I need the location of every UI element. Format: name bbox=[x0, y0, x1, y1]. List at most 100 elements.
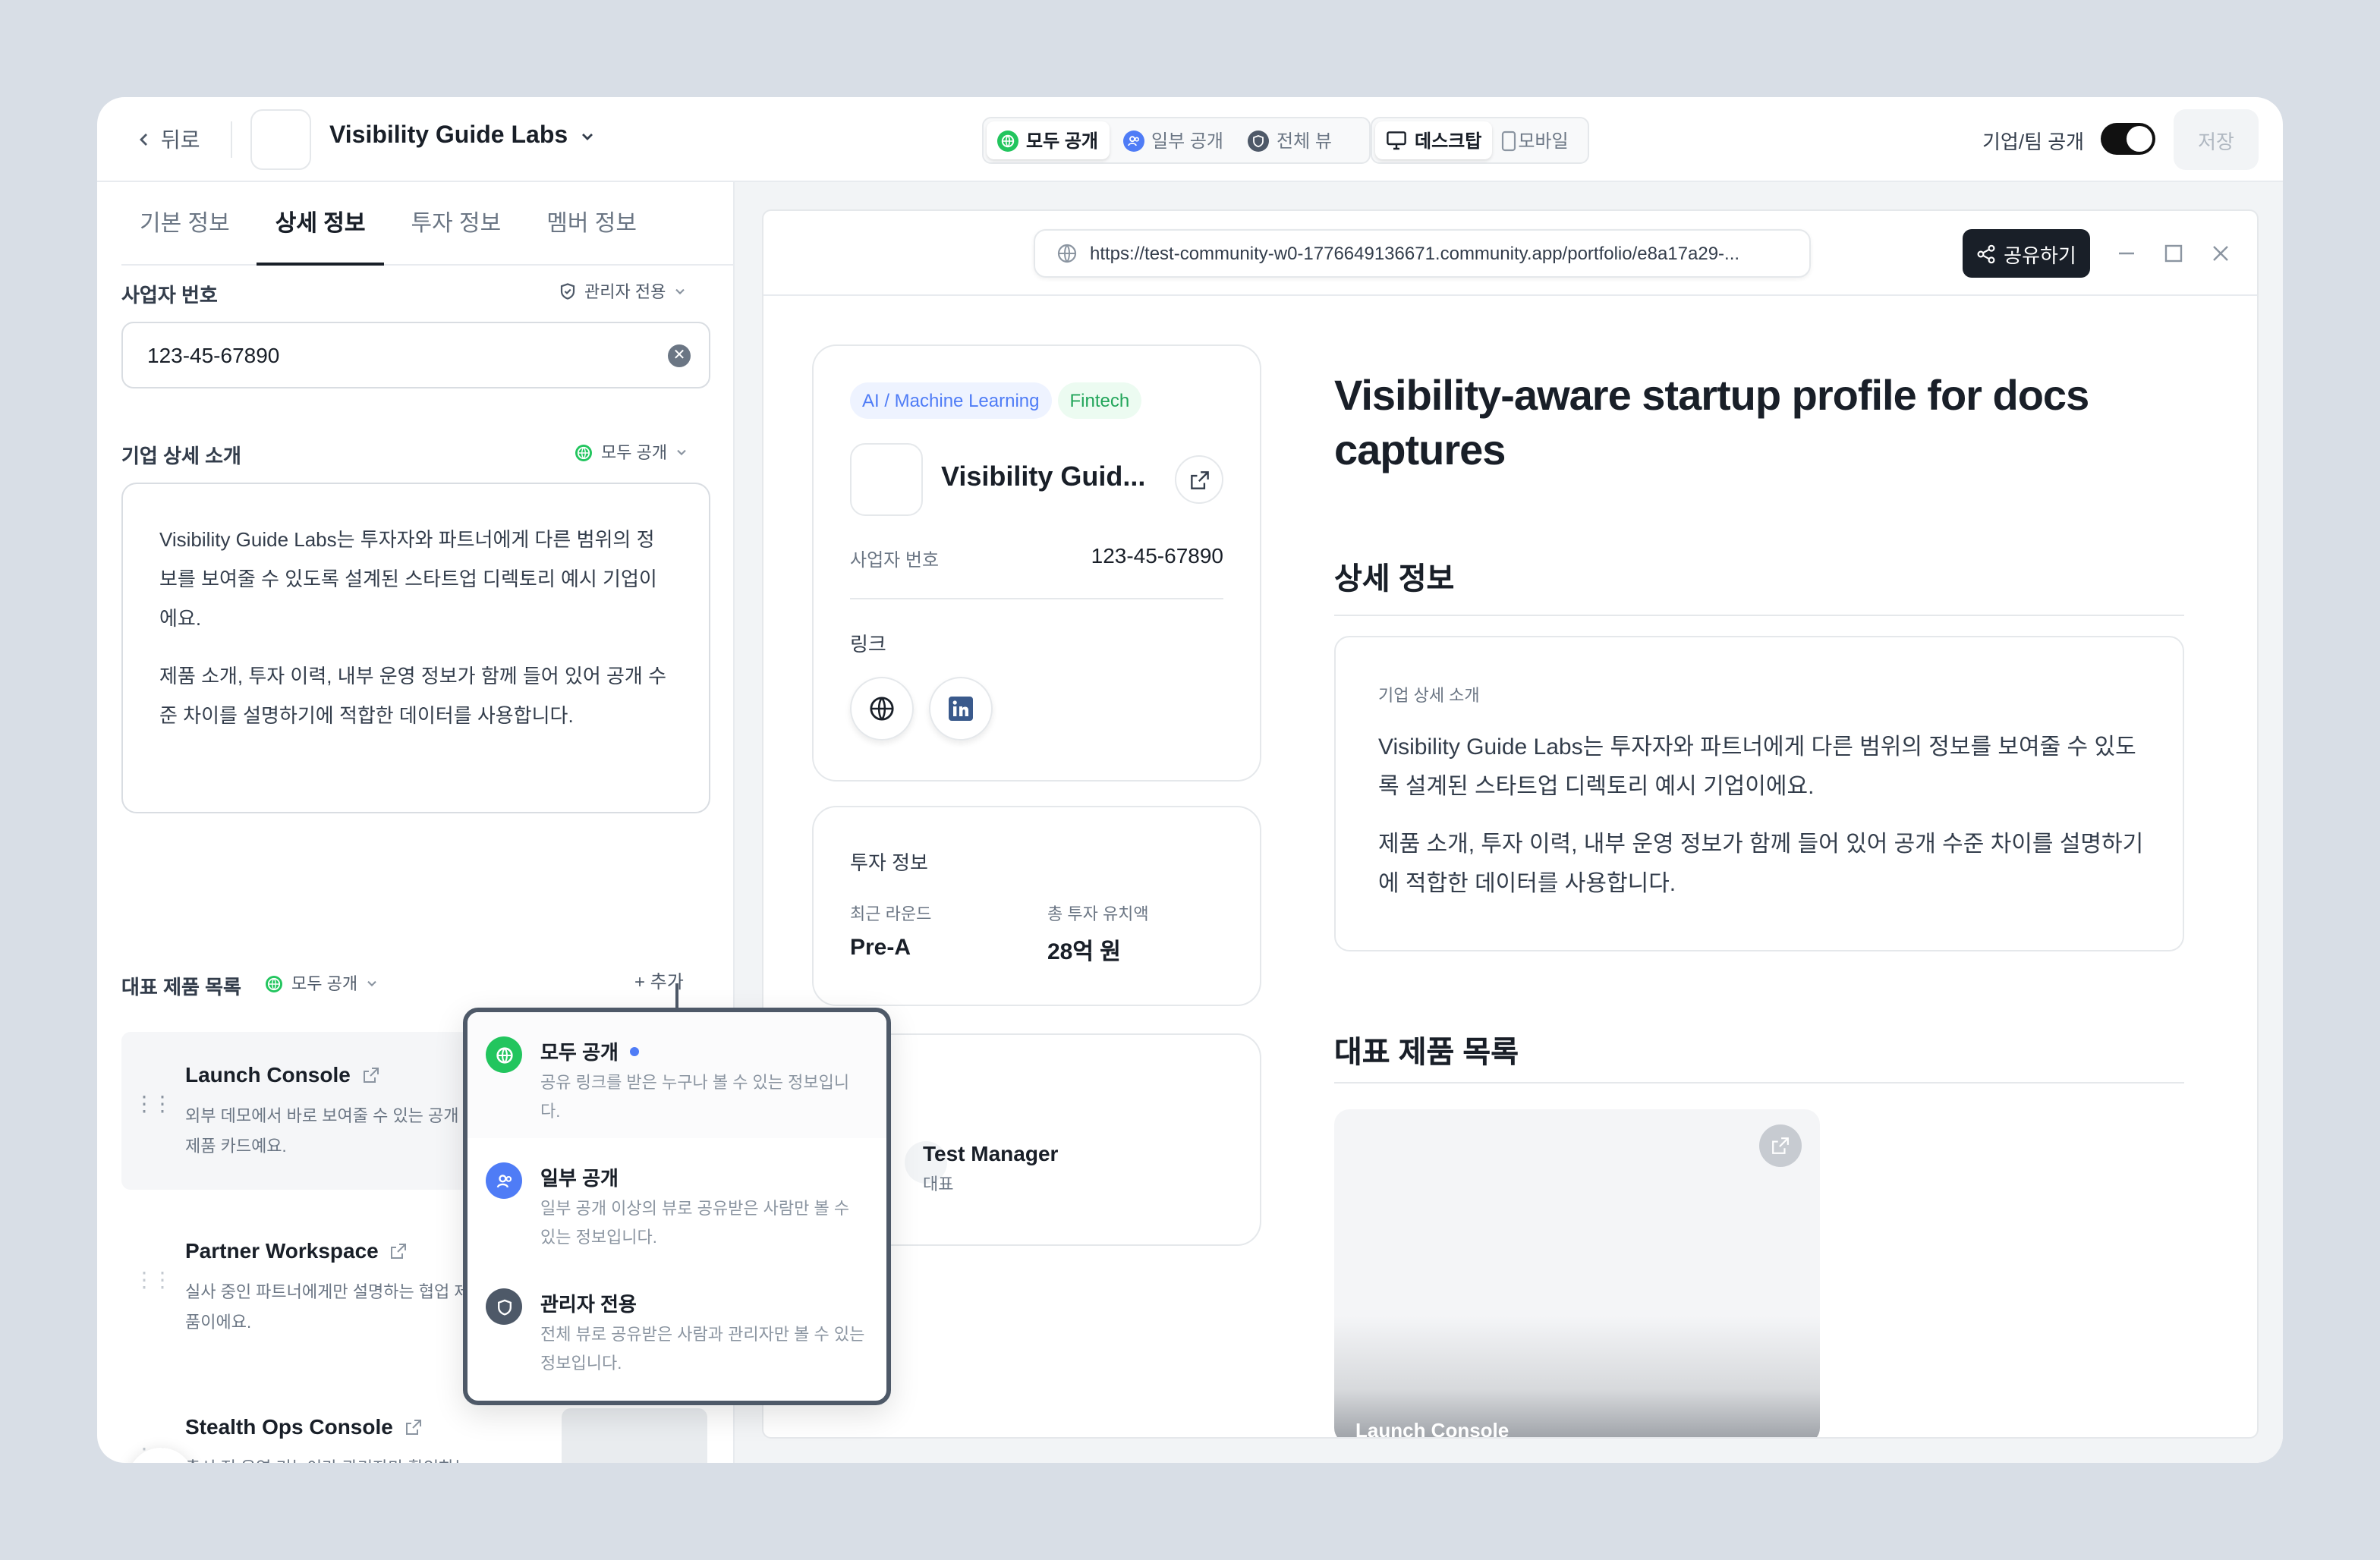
category-tag: AI / Machine Learning bbox=[850, 382, 1052, 419]
description-label: 기업 상세 소개 bbox=[121, 445, 241, 467]
chevron-left-icon bbox=[140, 134, 147, 146]
visibility-option-admin[interactable]: 관리자 전용 전체 뷰로 공유받은 사람과 관리자만 볼 수 있는 정보입니다. bbox=[468, 1264, 886, 1390]
external-link-icon bbox=[1190, 470, 1208, 489]
users-icon bbox=[1122, 130, 1144, 151]
option-desc: 일부 공개 이상의 뷰로 공유받은 사람만 볼 수 있는 정보입니다. bbox=[540, 1200, 850, 1247]
shield-icon bbox=[1248, 130, 1269, 151]
external-link-icon bbox=[1772, 1137, 1789, 1154]
public-toggle-label: 기업/팀 공개 bbox=[1982, 131, 2085, 153]
close-icon[interactable] bbox=[2205, 238, 2236, 269]
business-number-visibility-select[interactable]: 관리자 전용 bbox=[559, 279, 685, 304]
view-mode-full[interactable]: 전체 뷰 bbox=[1237, 121, 1343, 159]
tab-member-info[interactable]: 멤버 정보 bbox=[528, 182, 655, 266]
product-title: Partner Workspace bbox=[185, 1238, 379, 1263]
links-label: 링크 bbox=[850, 633, 886, 656]
product-title: Launch Console bbox=[185, 1062, 351, 1087]
device-switch: 데스크탑 모바일 bbox=[1371, 117, 1589, 164]
visibility-option-partial[interactable]: 일부 공개 일부 공개 이상의 뷰로 공유받은 사람만 볼 수 있는 정보입니다… bbox=[468, 1138, 886, 1264]
app-window: 뒤로 Visibility Guide Labs 모두 공개 일부 공개 전체 … bbox=[97, 97, 2283, 1463]
top-header: 뒤로 Visibility Guide Labs 모두 공개 일부 공개 전체 … bbox=[97, 97, 2283, 182]
product-title: Stealth Ops Console bbox=[185, 1414, 393, 1439]
product-card-title: Launch Console bbox=[1355, 1419, 1510, 1439]
tab-bar: 기본 정보 상세 정보 투자 정보 멤버 정보 bbox=[121, 182, 733, 266]
device-mobile[interactable]: 모바일 bbox=[1495, 121, 1579, 159]
profile-card: AI / Machine Learning Fintech Visibility … bbox=[812, 344, 1261, 782]
products-visibility-select[interactable]: 모두 공개 bbox=[264, 971, 377, 995]
view-mode-public[interactable]: 모두 공개 bbox=[987, 121, 1109, 159]
recent-round-label: 최근 라운드 bbox=[850, 906, 932, 924]
description-paragraph: Visibility Guide Labs는 투자자와 파트너에게 다른 범위의… bbox=[159, 528, 657, 630]
save-button[interactable]: 저장 bbox=[2174, 109, 2259, 170]
tab-detail-info[interactable]: 상세 정보 bbox=[257, 182, 384, 266]
description-textarea[interactable]: Visibility Guide Labs는 투자자와 파트너에게 다른 범위의… bbox=[121, 483, 710, 813]
globe-icon bbox=[486, 1036, 522, 1073]
drag-handle-icon[interactable]: ⋮⋮ bbox=[134, 1269, 173, 1290]
business-number-label: 사업자 번호 bbox=[850, 549, 940, 571]
tab-investment-info[interactable]: 투자 정보 bbox=[393, 182, 520, 266]
divider bbox=[850, 598, 1223, 599]
globe-icon bbox=[266, 975, 282, 992]
company-name: Visibility Guide Labs bbox=[329, 123, 568, 149]
divider bbox=[1334, 615, 2184, 616]
monitor-icon bbox=[1387, 131, 1406, 150]
total-raised-value: 28억 원 bbox=[1047, 939, 1121, 965]
clear-icon[interactable]: ✕ bbox=[668, 344, 691, 367]
share-icon bbox=[1977, 244, 1995, 263]
external-link-icon[interactable] bbox=[363, 1066, 379, 1083]
drag-handle-icon[interactable]: ⋮⋮ bbox=[134, 1093, 173, 1114]
device-desktop[interactable]: 데스크탑 bbox=[1375, 121, 1493, 159]
profile-headline: Visibility-aware startup profile for doc… bbox=[1334, 372, 2089, 473]
products-section-title: 대표 제품 목록 bbox=[1334, 1036, 1519, 1070]
company-name: Visibility Guid... bbox=[941, 461, 1146, 492]
shield-icon bbox=[486, 1288, 522, 1325]
business-number-input[interactable]: 123-45-67890 ✕ bbox=[121, 322, 710, 388]
total-raised-label: 총 투자 유치액 bbox=[1047, 906, 1149, 924]
back-button[interactable]: 뒤로 bbox=[137, 124, 200, 155]
divider bbox=[1334, 1082, 2184, 1084]
open-link-button[interactable] bbox=[1175, 455, 1223, 504]
public-toggle[interactable] bbox=[2101, 123, 2155, 155]
external-link-icon[interactable] bbox=[405, 1418, 422, 1435]
share-button[interactable]: 공유하기 bbox=[1963, 229, 2090, 278]
chevron-down-icon bbox=[675, 288, 685, 295]
description-visibility-select[interactable]: 모두 공개 bbox=[574, 440, 687, 464]
open-link-button[interactable] bbox=[1759, 1124, 1802, 1167]
tab-basic-info[interactable]: 기본 정보 bbox=[121, 182, 248, 266]
products-label: 대표 제품 목록 bbox=[121, 976, 241, 999]
detail-paragraph: Visibility Guide Labs는 투자자와 파트너에게 다른 범위의… bbox=[1378, 734, 2136, 800]
detail-box: 기업 상세 소개 Visibility Guide Labs는 투자자와 파트너… bbox=[1334, 636, 2184, 951]
linkedin-icon bbox=[949, 697, 973, 721]
chevron-down-icon bbox=[582, 134, 593, 140]
url-text: https://test-community-w0-1776649136671.… bbox=[1090, 243, 1740, 264]
linkedin-link-button[interactable] bbox=[929, 677, 993, 741]
recent-round-value: Pre-A bbox=[850, 935, 911, 961]
investment-title: 투자 정보 bbox=[850, 851, 928, 874]
company-switcher[interactable]: Visibility Guide Labs bbox=[329, 123, 595, 150]
visibility-option-public[interactable]: 모두 공개 공유 링크를 받은 누구나 볼 수 있는 정보입니다. bbox=[468, 1012, 886, 1138]
selected-dot bbox=[630, 1046, 640, 1055]
chevron-down-icon bbox=[676, 449, 685, 456]
option-title: 관리자 전용 bbox=[540, 1293, 637, 1316]
option-desc: 공유 링크를 받은 누구나 볼 수 있는 정보입니다. bbox=[540, 1074, 850, 1121]
product-preview-card[interactable]: Launch Console bbox=[1334, 1109, 1820, 1439]
member-role: 대표 bbox=[923, 1176, 954, 1194]
view-mode-partial[interactable]: 일부 공개 bbox=[1112, 121, 1234, 159]
website-link-button[interactable] bbox=[850, 677, 914, 741]
business-number-value: 123-45-67890 bbox=[1091, 543, 1223, 568]
minimize-icon[interactable] bbox=[2111, 238, 2142, 269]
divider bbox=[231, 121, 232, 158]
users-icon bbox=[486, 1162, 522, 1199]
external-link-icon[interactable] bbox=[391, 1242, 408, 1259]
product-thumbnail bbox=[562, 1408, 707, 1463]
smartphone-icon bbox=[1502, 130, 1516, 151]
product-desc: 출시 전 운영 기능이라 관리자만 확인하는 제품 예시예요. bbox=[185, 1454, 474, 1463]
company-logo bbox=[850, 443, 923, 516]
url-bar[interactable]: https://test-community-w0-1776649136671.… bbox=[1034, 229, 1811, 278]
popover-connector bbox=[675, 983, 678, 1011]
option-title: 일부 공개 bbox=[540, 1167, 619, 1190]
preview-panel: https://test-community-w0-1776649136671.… bbox=[735, 182, 2283, 1463]
view-mode-switch: 모두 공개 일부 공개 전체 뷰 bbox=[982, 117, 1371, 164]
browser-toolbar: https://test-community-w0-1776649136671.… bbox=[763, 211, 2257, 296]
product-desc: 실사 중인 파트너에게만 설명하는 협업 제품이에요. bbox=[185, 1284, 470, 1332]
maximize-icon[interactable] bbox=[2158, 238, 2189, 269]
